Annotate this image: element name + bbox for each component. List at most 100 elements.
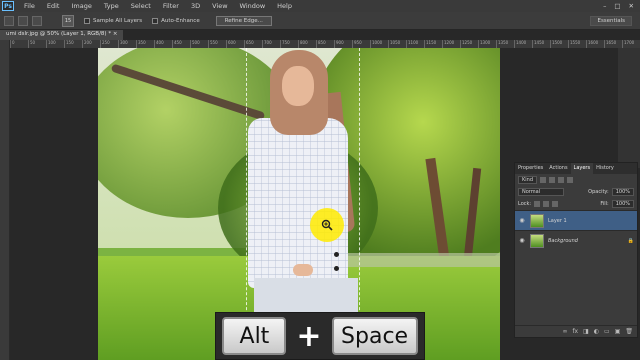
layer-name: Layer 1 bbox=[548, 217, 567, 224]
link-icon[interactable]: ∞ bbox=[562, 328, 567, 335]
plus-sign: + bbox=[296, 318, 322, 354]
ruler-tick-label: 0 bbox=[10, 40, 28, 48]
photoshop-logo: Ps bbox=[2, 1, 14, 11]
document-tab[interactable]: umi dslr.jpg @ 50% (Layer 1, RGB/8) * × bbox=[0, 30, 124, 40]
keyboard-shortcut-overlay: Alt + Space bbox=[215, 312, 425, 360]
fill-value: 100% bbox=[615, 201, 630, 207]
lock-position-icon[interactable] bbox=[543, 201, 550, 207]
menu-3d[interactable]: 3D bbox=[185, 2, 206, 10]
mask-icon[interactable]: ◨ bbox=[583, 328, 589, 335]
ruler-tick-label: 500 bbox=[190, 40, 208, 48]
window-controls: – □ ✕ bbox=[603, 2, 640, 10]
fill-input[interactable]: 100% bbox=[611, 200, 634, 208]
menu-edit[interactable]: Edit bbox=[41, 2, 66, 10]
shape-filter-icon[interactable] bbox=[567, 177, 574, 183]
ruler-tick-label: 400 bbox=[154, 40, 172, 48]
lock-label: Lock: bbox=[518, 201, 532, 207]
vertical-ruler bbox=[0, 40, 10, 360]
menu-view[interactable]: View bbox=[206, 2, 233, 10]
layer-row-layer-1[interactable]: ◉ Layer 1 bbox=[515, 210, 637, 230]
refine-edge-button[interactable]: Refine Edge... bbox=[215, 15, 272, 26]
panel-icon-strip bbox=[618, 48, 640, 168]
quick-selection-tool-icon[interactable] bbox=[4, 15, 14, 26]
opacity-value: 100% bbox=[615, 189, 630, 195]
close-button[interactable]: ✕ bbox=[629, 2, 634, 10]
tab-properties[interactable]: Properties bbox=[515, 163, 546, 174]
ruler-tick-label: 300 bbox=[118, 40, 136, 48]
add-to-selection-icon[interactable] bbox=[18, 15, 28, 26]
menu-select[interactable]: Select bbox=[125, 2, 157, 10]
layer-thumbnail bbox=[530, 233, 544, 248]
lock-row: Lock: Fill: 100% bbox=[515, 198, 637, 210]
menu-file[interactable]: File bbox=[18, 2, 41, 10]
ruler-tick-label: 1300 bbox=[478, 40, 496, 48]
new-layer-icon[interactable]: ▣ bbox=[615, 328, 621, 335]
opacity-input[interactable]: 100% bbox=[611, 188, 634, 196]
filter-kind-label: Kind bbox=[522, 177, 534, 183]
layer-thumbnail bbox=[530, 213, 544, 228]
fill-label: Fill: bbox=[600, 201, 609, 207]
ruler-tick-label: 450 bbox=[172, 40, 190, 48]
lock-icon: 🔒 bbox=[627, 237, 634, 244]
ruler-tick-label: 1250 bbox=[460, 40, 478, 48]
menu-help[interactable]: Help bbox=[271, 2, 298, 10]
trash-icon[interactable]: 🗑 bbox=[625, 328, 633, 335]
ruler-tick-label: 1700 bbox=[622, 40, 640, 48]
layers-panel-footer: ∞ fx ◨ ◐ ▭ ▣ 🗑 bbox=[515, 325, 637, 337]
options-bar: 15 Sample All Layers Auto-Enhance Refine… bbox=[0, 12, 640, 30]
opacity-label: Opacity: bbox=[588, 189, 609, 195]
filter-row: Kind bbox=[515, 174, 637, 186]
menu-filter[interactable]: Filter bbox=[157, 2, 185, 10]
layer-row-background[interactable]: ◉ Background 🔒 bbox=[515, 230, 637, 250]
space-key: Space bbox=[331, 317, 418, 355]
visibility-eye-icon[interactable]: ◉ bbox=[518, 237, 526, 244]
ruler-tick-label: 1000 bbox=[370, 40, 388, 48]
minimize-button[interactable]: – bbox=[603, 2, 606, 10]
ruler-tick-label: 1400 bbox=[514, 40, 532, 48]
blend-mode-select[interactable]: Normal bbox=[518, 188, 564, 196]
workspace-switcher[interactable]: Essentials bbox=[590, 15, 632, 26]
auto-enhance-label: Auto-Enhance bbox=[161, 17, 200, 24]
lock-pixels-icon[interactable] bbox=[534, 201, 541, 207]
blend-row: Normal Opacity: 100% bbox=[515, 186, 637, 198]
tab-actions[interactable]: Actions bbox=[546, 163, 570, 174]
document-tab-bar: umi dslr.jpg @ 50% (Layer 1, RGB/8) * × bbox=[0, 30, 640, 40]
subtract-from-selection-icon[interactable] bbox=[32, 15, 42, 26]
ruler-tick-label: 600 bbox=[226, 40, 244, 48]
ruler-tick-label: 800 bbox=[298, 40, 316, 48]
ruler-tick-label: 150 bbox=[64, 40, 82, 48]
alt-key: Alt bbox=[222, 317, 287, 355]
ruler-tick-label: 650 bbox=[244, 40, 262, 48]
layer-filter-select[interactable]: Kind bbox=[518, 176, 538, 184]
ruler-tick-label: 250 bbox=[100, 40, 118, 48]
folder-icon[interactable]: ▭ bbox=[604, 328, 610, 335]
visibility-eye-icon[interactable]: ◉ bbox=[518, 217, 526, 224]
auto-enhance-checkbox[interactable] bbox=[152, 17, 159, 24]
sample-all-layers-checkbox[interactable] bbox=[84, 17, 90, 24]
adjustment-filter-icon[interactable] bbox=[549, 177, 556, 183]
adjustment-icon[interactable]: ◐ bbox=[594, 328, 599, 335]
fx-icon[interactable]: fx bbox=[572, 328, 578, 335]
sample-all-layers-label: Sample All Layers bbox=[93, 17, 143, 24]
ruler-tick-label: 1100 bbox=[406, 40, 424, 48]
ruler-tick-label: 1200 bbox=[442, 40, 460, 48]
tab-history[interactable]: History bbox=[593, 163, 617, 174]
type-filter-icon[interactable] bbox=[558, 177, 565, 183]
horizontal-ruler: 0 50 100 150 200 250 300 350 400 450 500 550 600 650 7… bbox=[10, 40, 640, 48]
ruler-tick-label: 1350 bbox=[496, 40, 514, 48]
lock-all-icon[interactable] bbox=[552, 201, 559, 207]
panel-tabs: Properties Actions Layers History bbox=[515, 163, 637, 174]
menu-window[interactable]: Window bbox=[234, 2, 272, 10]
menu-type[interactable]: Type bbox=[98, 2, 125, 10]
ruler-tick-label: 750 bbox=[280, 40, 298, 48]
pixel-filter-icon[interactable] bbox=[540, 177, 547, 183]
document-tab-close-icon[interactable]: × bbox=[113, 31, 118, 37]
ruler-tick-label: 1450 bbox=[532, 40, 550, 48]
menu-image[interactable]: Image bbox=[65, 2, 97, 10]
brush-size-picker[interactable]: 15 bbox=[62, 14, 74, 27]
tab-layers[interactable]: Layers bbox=[570, 163, 594, 174]
panel-dock-strip bbox=[500, 48, 514, 360]
maximize-button[interactable]: □ bbox=[614, 2, 620, 10]
ruler-tick-label: 1500 bbox=[550, 40, 568, 48]
blend-mode-value: Normal bbox=[522, 189, 541, 195]
